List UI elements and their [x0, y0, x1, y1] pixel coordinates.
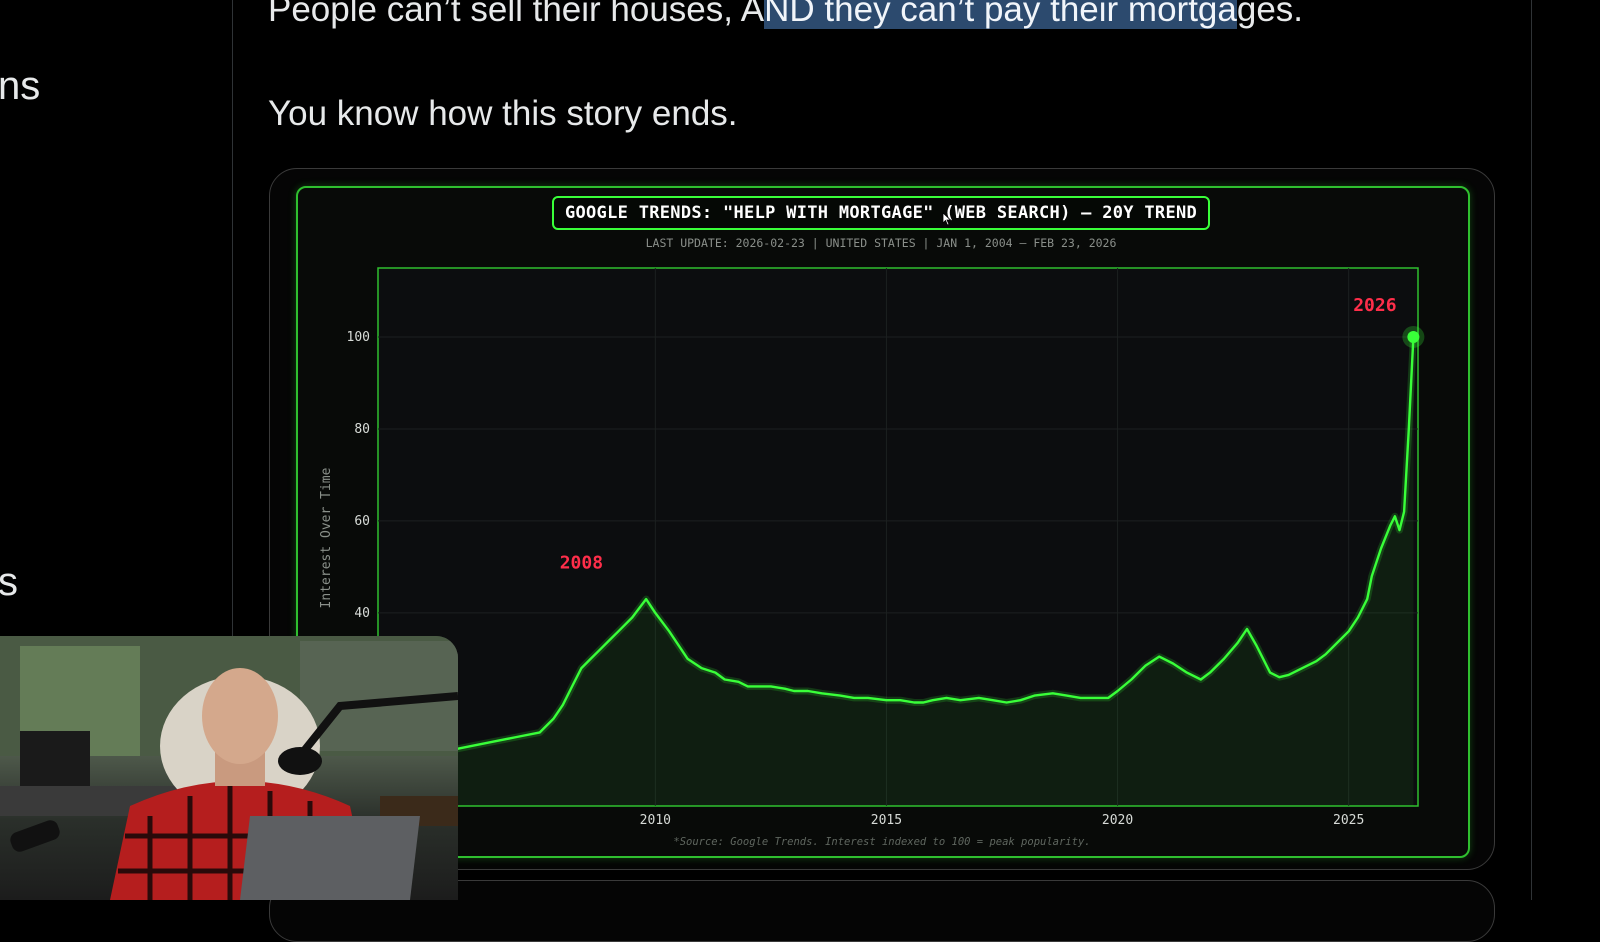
- chart-frame: [296, 186, 1470, 858]
- chart-subtitle: LAST UPDATE: 2026-02-23 | UNITED STATES …: [645, 236, 1117, 250]
- post-text-segment: ges.: [1236, 0, 1304, 29]
- post-text-line: People can’t sell their houses, AND they…: [268, 0, 1303, 30]
- post-text-line: You know how this story ends.: [268, 94, 738, 133]
- chart-title: GOOGLE TRENDS: "HELP WITH MORTGAGE" (WEB…: [552, 196, 1210, 230]
- selected-text: ND they can’t pay their mortga: [764, 0, 1237, 29]
- post-text-segment: People can’t sell their houses, A: [268, 0, 765, 29]
- sidebar-text-fragment[interactable]: s: [0, 560, 18, 605]
- webcam-overlay[interactable]: [0, 636, 458, 900]
- webcam-video-frame: [0, 636, 458, 900]
- sidebar-text-fragment[interactable]: ns: [0, 64, 40, 109]
- column-divider: [1531, 0, 1532, 900]
- mouse-cursor-icon: [942, 212, 952, 226]
